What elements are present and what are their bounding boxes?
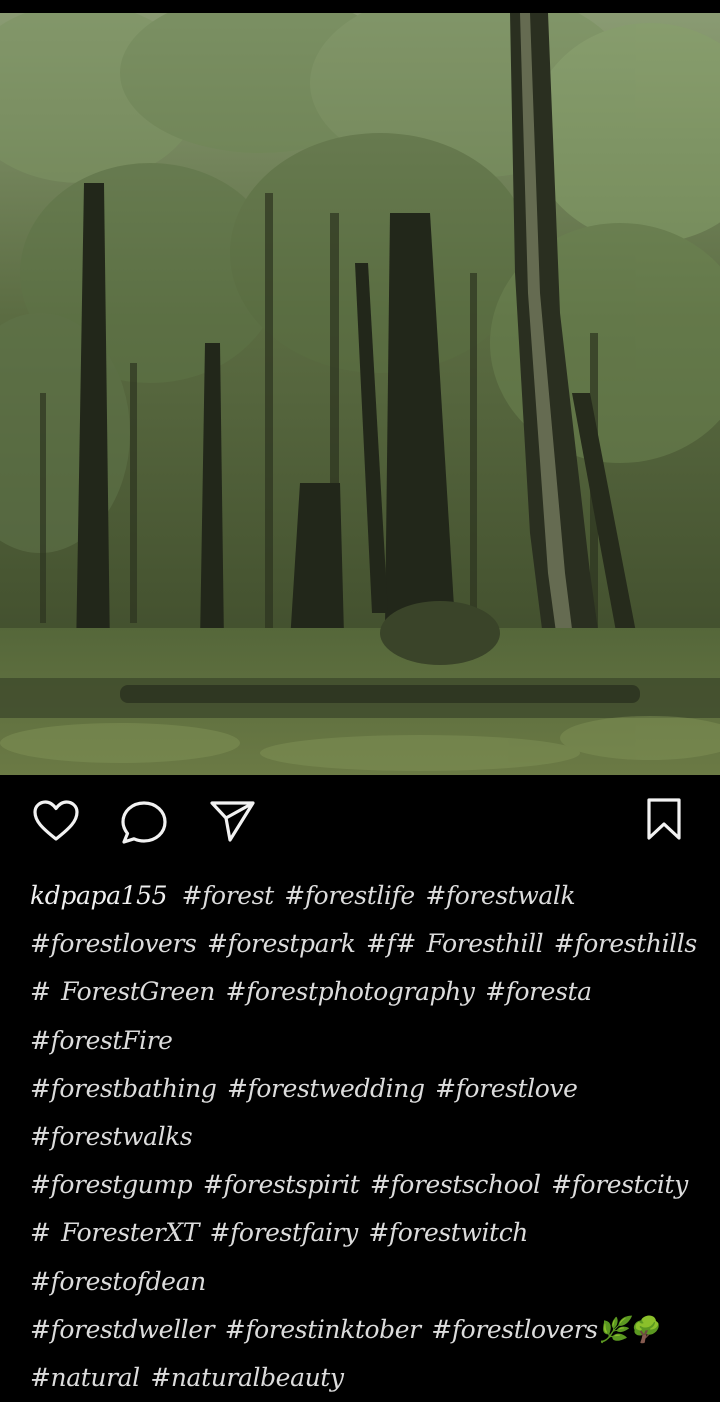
hashtag[interactable]: #natural [30, 1363, 140, 1392]
hashtag[interactable]: #forestFire [30, 1026, 173, 1055]
heart-icon[interactable] [32, 799, 80, 843]
hashtag[interactable]: #forestphotography [226, 977, 475, 1006]
hashtag: Foresthill [426, 929, 544, 959]
hashtag[interactable]: #forestofdean [30, 1267, 206, 1296]
hashtag[interactable]: #forestlovers🌿🌳 [431, 1315, 659, 1344]
hashtag[interactable]: #forestdweller [30, 1315, 215, 1344]
hashtag[interactable]: #forestwitch [368, 1218, 528, 1247]
hashtag[interactable]: #forestfairy [210, 1218, 359, 1247]
post-caption: kdpapa155 #forest #forestlife #forestwal… [30, 872, 700, 1402]
post-image[interactable] [0, 13, 720, 775]
hashtag[interactable]: #forestinktober [225, 1315, 421, 1344]
hashtag[interactable]: #forestgump [30, 1170, 193, 1199]
hashtag[interactable]: #forestwedding [227, 1074, 425, 1103]
hashtag[interactable]: #forestlife [284, 881, 415, 910]
hashtag[interactable]: #f# [366, 929, 416, 958]
hashtag[interactable]: #forestpark [207, 929, 356, 958]
hashtag[interactable]: #forestwalk [425, 881, 575, 910]
hashtag[interactable]: #forestspirit [203, 1170, 360, 1199]
hashtag[interactable]: #forestbathing [30, 1074, 217, 1103]
post-action-bar [0, 775, 720, 867]
hashtag[interactable]: #foresta [485, 977, 592, 1006]
comment-bubble-icon[interactable] [120, 799, 168, 845]
hashtag[interactable]: #naturalbeauty [150, 1363, 344, 1392]
status-bar [0, 0, 720, 13]
hashtag[interactable]: #forestcity [551, 1170, 688, 1199]
hashtag[interactable]: #forestlovers [30, 929, 197, 958]
bookmark-icon[interactable] [644, 797, 684, 841]
hashtag[interactable]: #foresthills [554, 929, 697, 958]
username-link[interactable]: kdpapa155 [30, 881, 167, 910]
hashtag[interactable]: #forestwalks [30, 1122, 193, 1151]
paper-plane-icon[interactable] [208, 799, 256, 843]
hashtag[interactable]: # ForesterXT [30, 1218, 199, 1247]
forest-illustration [0, 13, 720, 775]
hashtag[interactable]: #forestschool [370, 1170, 541, 1199]
hashtag[interactable]: #forestlove [435, 1074, 578, 1103]
hashtag[interactable]: # ForestGreen [30, 977, 215, 1006]
hashtag[interactable]: #forest [182, 881, 274, 910]
